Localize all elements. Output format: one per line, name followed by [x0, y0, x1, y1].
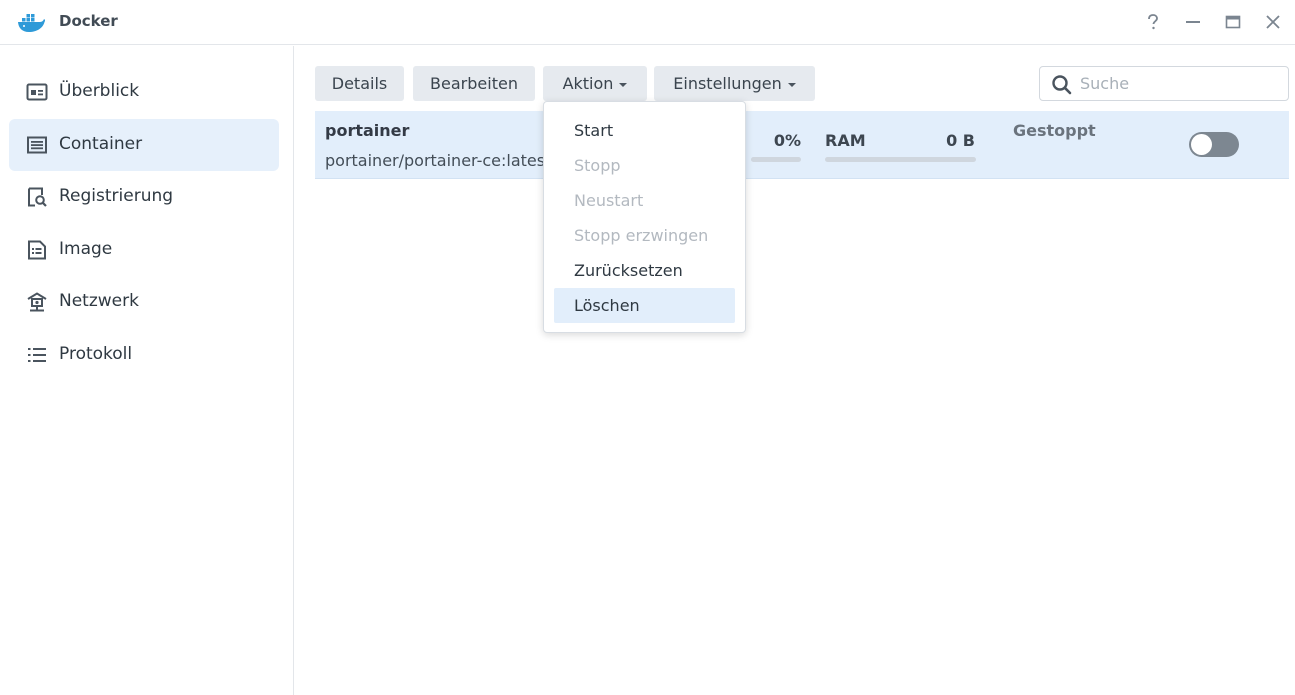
sidebar-item-label: Image [59, 239, 113, 259]
sidebar-item-network[interactable]: Netzwerk [9, 276, 279, 328]
container-image: portainer/portainer-ce:latest [325, 151, 552, 170]
menu-item-restart: Neustart [574, 191, 644, 210]
sidebar-item-label: Überblick [59, 81, 140, 101]
title-bar: Docker [0, 0, 1295, 45]
sidebar-item-log[interactable]: Protokoll [9, 329, 279, 381]
cpu-value: 0% [773, 131, 801, 150]
action-dropdown-button[interactable]: Aktion [543, 66, 647, 101]
sidebar-item-container[interactable]: Container [9, 119, 279, 171]
app-title: Docker [59, 12, 118, 30]
search-icon [1052, 75, 1072, 95]
sidebar-item-label: Netzwerk [59, 291, 139, 311]
network-icon [27, 292, 47, 312]
caret-down-icon [787, 82, 796, 87]
settings-dropdown-button[interactable]: Einstellungen [654, 66, 815, 101]
status-text: Gestoppt [1013, 121, 1096, 140]
ram-value: 0 B [946, 131, 975, 150]
menu-item-force-stop: Stopp erzwingen [574, 226, 709, 245]
close-icon[interactable] [1262, 11, 1284, 33]
menu-item-reset[interactable]: Zurücksetzen [554, 253, 735, 288]
ram-label: RAM [825, 131, 866, 150]
details-button[interactable]: Details [315, 66, 404, 101]
overview-icon [26, 83, 48, 101]
maximize-icon[interactable] [1222, 11, 1244, 33]
caret-down-icon [619, 82, 628, 87]
edit-button[interactable]: Bearbeiten [413, 66, 535, 101]
sidebar-item-registry[interactable]: Registrierung [9, 171, 279, 223]
sidebar-item-label: Container [59, 134, 143, 154]
container-name: portainer [325, 121, 410, 140]
image-icon [28, 240, 46, 260]
action-dropdown-label: Aktion [562, 74, 614, 93]
settings-dropdown-label: Einstellungen [673, 74, 782, 93]
container-row[interactable]: portainer portainer/portainer-ce:latest … [315, 111, 1289, 179]
sidebar-item-label: Protokoll [59, 344, 133, 364]
toggle-knob [1191, 134, 1212, 155]
ram-usage-bar [825, 157, 976, 162]
sidebar-item-label: Registrierung [59, 186, 174, 206]
docker-logo-icon [18, 14, 46, 32]
menu-item-stop: Stopp [574, 156, 621, 175]
menu-item-start[interactable]: Start [554, 113, 735, 148]
help-icon[interactable] [1142, 11, 1164, 33]
run-toggle[interactable] [1189, 132, 1239, 157]
cpu-usage-bar [751, 157, 801, 162]
search-box[interactable] [1039, 66, 1289, 101]
sidebar-item-image[interactable]: Image [9, 224, 279, 276]
container-icon [27, 136, 47, 154]
sidebar-item-overview[interactable]: Überblick [9, 66, 279, 118]
registry-icon [28, 187, 47, 207]
minimize-icon[interactable] [1182, 11, 1204, 33]
action-menu: Start Stopp Neustart Stopp erzwingen Zur… [543, 101, 746, 333]
search-input[interactable] [1080, 70, 1280, 97]
menu-item-delete[interactable]: Löschen [554, 288, 735, 323]
log-icon [28, 348, 46, 362]
sidebar: Überblick Container Registrierung Image [0, 46, 294, 695]
